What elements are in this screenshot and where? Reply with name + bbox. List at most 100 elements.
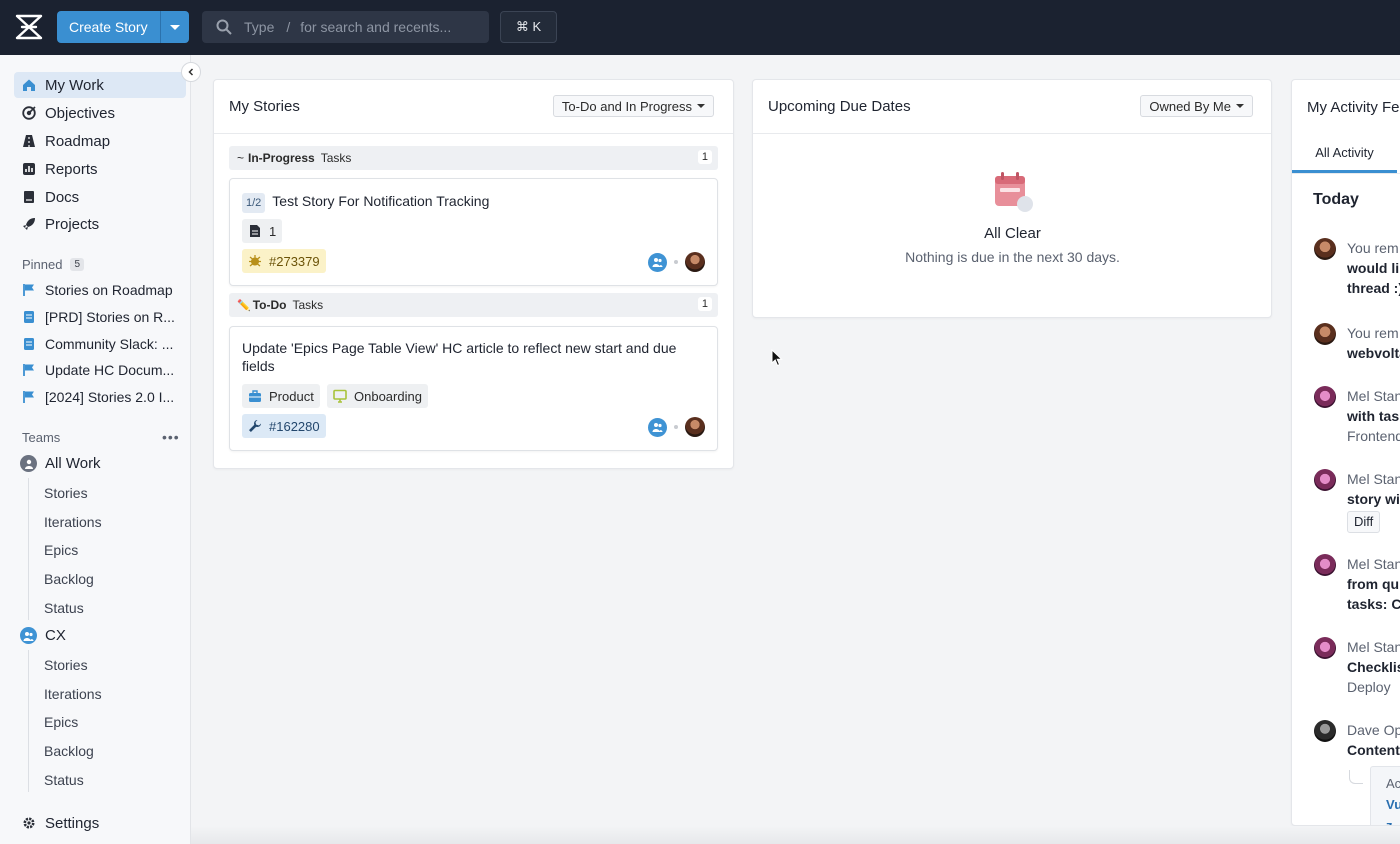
create-options-button[interactable] (160, 11, 189, 43)
sidebar-item-iterations[interactable]: Iterations (44, 514, 102, 530)
sidebar-item-backlog[interactable]: Backlog (44, 743, 94, 759)
activity-line: webvolta (1347, 345, 1400, 361)
sidebar-item-stories[interactable]: Stories (44, 485, 88, 501)
sidebar-item-objectives[interactable]: Objectives (14, 100, 186, 126)
sidebar-item-roadmap[interactable]: Roadmap (14, 128, 186, 154)
sidebar-item-my-work[interactable]: My Work (14, 72, 186, 98)
activity-line: You rem (1347, 240, 1399, 256)
user-avatar (1314, 554, 1336, 576)
story-id: #273379 (269, 253, 320, 269)
doc-count-chip[interactable]: 1 (242, 219, 283, 243)
search-input[interactable]: Type / for search and recents... (202, 11, 489, 43)
story-card[interactable]: 1/2 Test Story For Notification Tracking … (229, 178, 718, 286)
monitor-icon (333, 389, 347, 403)
sidebar-item-docs[interactable]: Docs (14, 184, 186, 210)
sidebar-item-status[interactable]: Status (44, 600, 84, 616)
group-count: 1 (697, 150, 712, 164)
pinned-item-update-hc-docum[interactable]: Update HC Docum... (22, 359, 182, 381)
story-owners[interactable] (648, 252, 705, 272)
activity-line: would lik (1347, 260, 1400, 276)
preview-link[interactable]: Vu (1386, 794, 1400, 815)
due-dates-filter-dropdown[interactable]: Owned By Me (1140, 95, 1253, 117)
doc-icon (24, 338, 34, 350)
pinned-item-stories-on-roadmap[interactable]: Stories on Roadmap (22, 279, 182, 301)
pinned-item-2024-stories[interactable]: [2024] Stories 2.0 I... (22, 386, 182, 408)
pinned-item-prd-stories[interactable]: [PRD] Stories on R... (22, 306, 182, 328)
story-id-chip[interactable]: #273379 (242, 249, 326, 273)
activity-text: Mel Stan with task Frontend (1347, 386, 1400, 446)
user-avatar (1314, 323, 1336, 345)
sidebar-item-stories[interactable]: Stories (44, 657, 88, 673)
group-type: Tasks (292, 298, 324, 312)
activity-text: Mel Stan story wit Diff (1347, 469, 1400, 533)
story-card[interactable]: Update 'Epics Page Table View' HC articl… (229, 326, 718, 451)
team-cx[interactable]: CX (20, 627, 66, 644)
sidebar-item-reports[interactable]: Reports (14, 156, 186, 182)
teams-section-label: Teams (22, 430, 61, 445)
story-title[interactable]: Update 'Epics Page Table View' HC articl… (242, 339, 682, 375)
sidebar-item-iterations[interactable]: Iterations (44, 686, 102, 702)
group-to-do[interactable]: ✏️ To-Do Tasks 1 (229, 293, 718, 317)
tab-all-activity[interactable]: All Activity (1292, 134, 1397, 173)
pinned-count-badge: 5 (70, 258, 85, 271)
activity-feed-card: My Activity Fe All Activity Today You re… (1291, 79, 1400, 826)
pinned-item-community-slack[interactable]: Community Slack: ... (22, 333, 182, 355)
team-avatar-icon (20, 455, 37, 472)
search-placeholder-prefix: Type (244, 19, 275, 35)
card-title: My Activity Fe (1307, 98, 1400, 116)
story-id-chip[interactable]: #162280 (242, 414, 326, 438)
activity-header: My Activity Fe (1292, 80, 1400, 134)
story-owners[interactable] (648, 417, 705, 437)
pinned-item-label: [2024] Stories 2.0 I... (45, 389, 175, 405)
command-palette-button[interactable]: ⌘ K (500, 11, 557, 43)
team-avatar-icon (20, 627, 37, 644)
group-in-progress[interactable]: ~ In-Progress Tasks 1 (229, 146, 718, 170)
label-chip-onboarding[interactable]: Onboarding (327, 384, 428, 408)
tree-line (28, 478, 29, 620)
today-heading: Today (1313, 191, 1359, 208)
activity-text: You rem would lik thread :) (1347, 238, 1400, 298)
collapse-sidebar-button[interactable] (181, 62, 201, 82)
sidebar-item-epics[interactable]: Epics (44, 714, 78, 730)
user-avatar (1314, 469, 1336, 491)
story-title[interactable]: Test Story For Notification Tracking (272, 193, 489, 209)
preview-line: Ac (1386, 776, 1400, 791)
my-stories-card: My Stories To-Do and In Progress ~ In-Pr… (213, 79, 734, 469)
sidebar-item-settings[interactable]: Settings (14, 810, 186, 836)
activity-line: Mel Stan (1347, 556, 1400, 572)
preview-link[interactable]: z (1386, 815, 1400, 825)
chevron-down-icon (169, 24, 180, 30)
chevron-down-icon (1236, 104, 1244, 108)
pinned-section-label: Pinned 5 (22, 257, 85, 272)
sidebar-item-label: Reports (45, 160, 98, 178)
create-story-button[interactable]: Create Story (57, 11, 161, 43)
team-all-work[interactable]: All Work (20, 455, 101, 472)
empty-state: All Clear Nothing is due in the next 30 … (753, 170, 1272, 265)
my-stories-filter-dropdown[interactable]: To-Do and In Progress (552, 95, 714, 117)
user-avatar (1314, 637, 1336, 659)
bar-chart-icon (21, 161, 37, 177)
road-icon (21, 133, 37, 149)
label-chip-product[interactable]: Product (242, 384, 320, 408)
sidebar-item-label: Roadmap (45, 132, 111, 150)
activity-text: Dave Op Content- (1347, 720, 1400, 760)
sidebar-item-epics[interactable]: Epics (44, 542, 78, 558)
story-title-row: 1/2 Test Story For Notification Tracking (242, 192, 489, 213)
sidebar-item-status[interactable]: Status (44, 772, 84, 788)
teams-more-icon[interactable]: ••• (162, 429, 180, 445)
user-avatar (1314, 720, 1336, 742)
reply-connector (1349, 770, 1363, 784)
team-label: CX (45, 627, 66, 644)
chevron-left-icon (188, 68, 194, 76)
group-count: 1 (697, 297, 712, 311)
shortcut-logo-icon[interactable] (14, 12, 44, 42)
activity-line: Content- (1347, 742, 1400, 758)
home-icon (21, 77, 37, 93)
diff-button[interactable]: Diff (1347, 511, 1381, 533)
flag-icon (23, 364, 34, 376)
sidebar-item-backlog[interactable]: Backlog (44, 571, 94, 587)
sidebar-item-projects[interactable]: Projects (14, 211, 186, 237)
activity-preview[interactable]: Ac Vu z (1370, 766, 1400, 825)
empty-subtitle: Nothing is due in the next 30 days. (905, 249, 1120, 265)
activity-line: tasks: Ch (1347, 596, 1400, 612)
